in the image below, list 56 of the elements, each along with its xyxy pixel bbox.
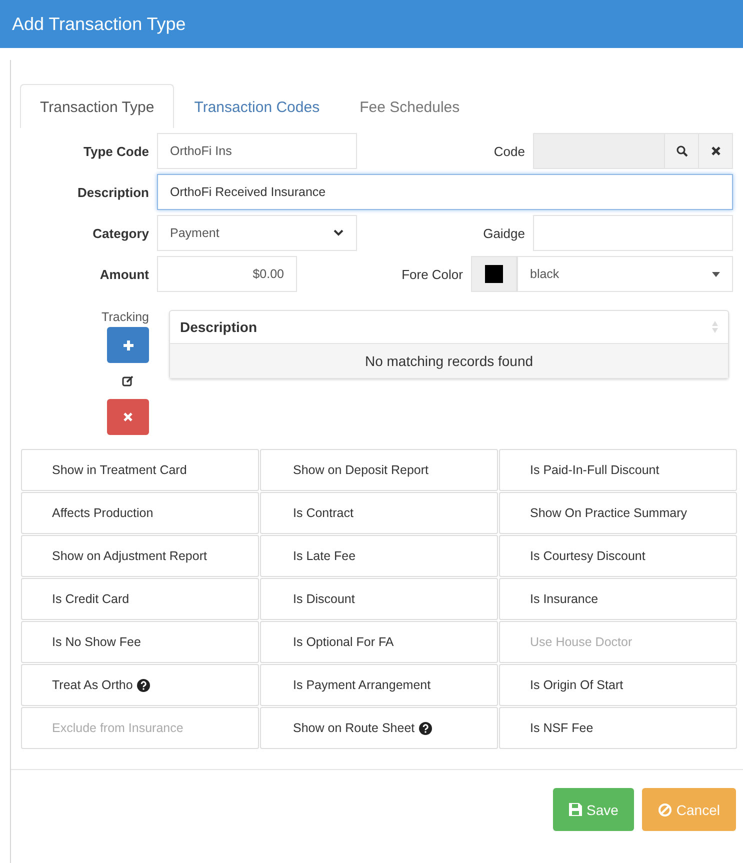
option-toggle[interactable]: Is Credit Card <box>21 578 259 620</box>
category-select[interactable]: Payment <box>157 215 357 251</box>
option-toggle[interactable]: Is Discount <box>260 578 498 620</box>
close-icon <box>710 146 720 156</box>
option-toggle[interactable]: Affects Production <box>21 492 259 534</box>
option-toggle[interactable]: Show in Treatment Card <box>21 449 259 491</box>
help-icon <box>418 722 432 734</box>
option-toggle[interactable]: Is Optional For FA <box>260 621 498 663</box>
option-toggle[interactable]: Is Origin Of Start <box>499 664 737 706</box>
search-icon <box>676 145 688 157</box>
gaidge-field[interactable] <box>533 215 733 251</box>
option-toggle[interactable]: Is Paid-In-Full Discount <box>499 449 737 491</box>
option-toggle[interactable]: Show on Route Sheet <box>260 707 498 749</box>
window-title: Add Transaction Type <box>12 14 186 34</box>
description-field[interactable]: OrthoFi Received Insurance <box>157 174 733 210</box>
clear-button[interactable] <box>699 133 733 169</box>
field-label: Amount <box>98 266 149 282</box>
help-icon <box>136 678 150 692</box>
plus-icon <box>122 340 134 350</box>
field-label: Code <box>492 144 525 158</box>
close-icon <box>123 412 133 422</box>
tab[interactable]: Transaction Type <box>20 84 174 128</box>
ban-icon <box>658 802 672 816</box>
chevron-down-icon <box>333 229 344 237</box>
add-button[interactable] <box>107 327 149 363</box>
sort-icon <box>712 321 718 333</box>
fore-color-select[interactable]: black <box>517 256 733 292</box>
option-toggle[interactable]: Is Payment Arrangement <box>260 664 498 706</box>
option-toggle[interactable]: Show On Practice Summary <box>499 492 737 534</box>
caret-icon <box>712 272 720 276</box>
amount-field[interactable]: $0.00 <box>157 256 297 292</box>
option-toggle[interactable]: Is NSF Fee <box>499 707 737 749</box>
option-toggle[interactable]: Show on Deposit Report <box>260 449 498 491</box>
tracking-label: Tracking <box>102 310 149 324</box>
option-toggle[interactable]: Show on Adjustment Report <box>21 535 259 577</box>
option-toggle[interactable]: Is Late Fee <box>260 535 498 577</box>
field-label: Gaidge <box>482 226 525 240</box>
option-toggle[interactable]: Is Contract <box>260 492 498 534</box>
field-label: Category <box>92 226 149 240</box>
search-button[interactable] <box>665 133 699 169</box>
column-header: Description <box>180 319 258 335</box>
empty-message: No matching records found <box>364 353 534 369</box>
save-icon <box>569 803 582 816</box>
option-toggle[interactable]: Is No Show Fee <box>21 621 259 663</box>
color-swatch[interactable] <box>471 256 517 292</box>
tab[interactable]: Fee Schedules <box>340 84 480 128</box>
option-toggle[interactable]: Treat As Ortho <box>21 664 259 706</box>
field-label: Fore Color <box>400 266 463 282</box>
edit-icon <box>122 375 134 387</box>
tab[interactable]: Transaction Codes <box>174 84 340 128</box>
field-label: Description <box>76 184 149 200</box>
field-label: Type Code <box>82 144 149 158</box>
delete-button[interactable] <box>107 399 149 435</box>
option-toggle[interactable]: Is Courtesy Discount <box>499 535 737 577</box>
option-toggle[interactable]: Is Insurance <box>499 578 737 620</box>
type-code-field[interactable]: OrthoFi Ins <box>157 133 357 169</box>
